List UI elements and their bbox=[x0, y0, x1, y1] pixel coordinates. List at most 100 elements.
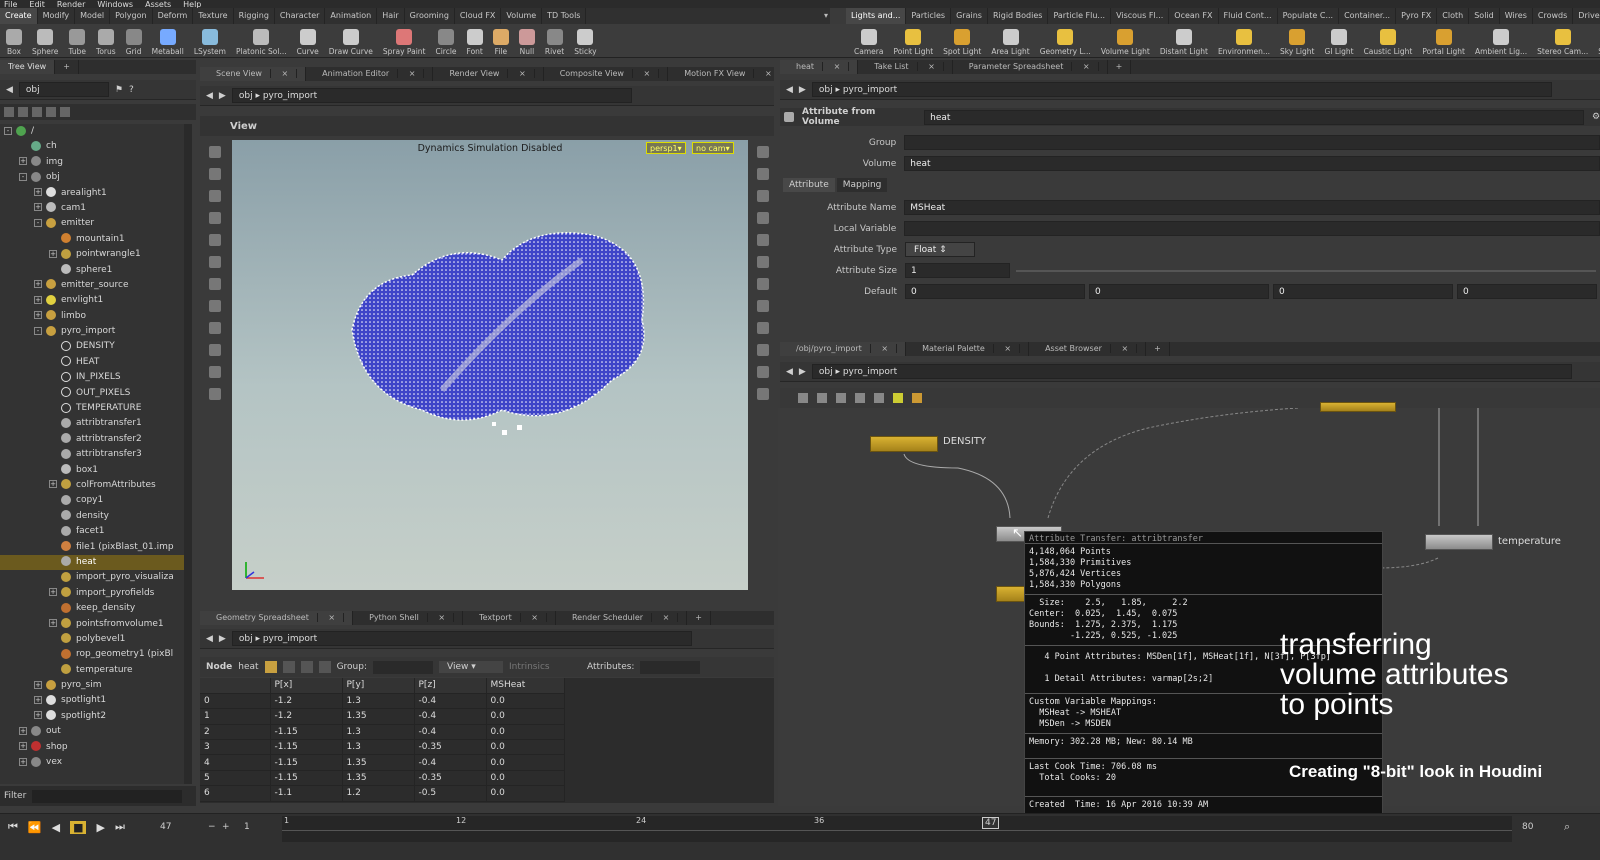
tab-mapping[interactable]: Mapping bbox=[836, 177, 888, 192]
grid-icon[interactable] bbox=[817, 393, 827, 403]
magnet-icon[interactable] bbox=[209, 366, 221, 378]
expand-icon[interactable]: + bbox=[19, 157, 27, 166]
network-node[interactable] bbox=[1320, 402, 1396, 412]
back-arrow-icon[interactable]: ◀ bbox=[206, 634, 213, 644]
attr-size-field[interactable]: 1 bbox=[905, 263, 1010, 278]
shelf-tab[interactable]: Modify bbox=[38, 8, 76, 24]
panel-tab[interactable]: Scene View × bbox=[200, 67, 307, 81]
expand-icon[interactable]: + bbox=[34, 295, 42, 304]
tree-item[interactable]: - pyro_import bbox=[0, 324, 188, 339]
expand-icon[interactable]: + bbox=[34, 188, 42, 197]
visualize-icon[interactable] bbox=[757, 300, 769, 312]
panel-tab[interactable]: /obj/pyro_import × bbox=[780, 342, 907, 356]
close-tab-icon[interactable]: × bbox=[270, 69, 298, 78]
search-icon[interactable]: ⌕ bbox=[1564, 820, 1570, 834]
viewport[interactable]: Dynamics Simulation Disabled persp1▾ no … bbox=[232, 140, 748, 590]
tree-item[interactable]: ch bbox=[0, 139, 188, 154]
vertices-mode-icon[interactable] bbox=[282, 661, 295, 673]
prims-mode-icon[interactable] bbox=[300, 661, 313, 673]
column-header[interactable]: MSHeat bbox=[486, 678, 565, 694]
tool-button[interactable]: File bbox=[492, 24, 509, 57]
shelf-tab[interactable]: Container... bbox=[1339, 8, 1397, 24]
start-frame-field[interactable]: 1 bbox=[244, 822, 250, 832]
attr-name-field[interactable]: MSHeat bbox=[904, 200, 1600, 215]
tree-item[interactable]: polybevel1 bbox=[0, 632, 188, 647]
spreadsheet-path-field[interactable]: obj ▸ pyro_import bbox=[231, 631, 692, 646]
tool-button[interactable]: Point Light bbox=[893, 24, 933, 57]
back-arrow-icon[interactable]: ◀ bbox=[786, 85, 793, 95]
grid-icon[interactable] bbox=[757, 212, 769, 224]
close-tab-icon[interactable]: × bbox=[398, 69, 425, 78]
tool-button[interactable]: Grid bbox=[125, 24, 142, 57]
tree-item[interactable]: attribtransfer1 bbox=[0, 416, 188, 431]
tool-button[interactable]: Platonic Sol... bbox=[236, 24, 287, 57]
tree-item[interactable]: + vex bbox=[0, 755, 188, 770]
panel-tab[interactable]: Composite View × bbox=[544, 67, 669, 81]
tool-button[interactable]: LSystem bbox=[194, 24, 226, 57]
end-frame-field[interactable]: 80 bbox=[1522, 822, 1533, 832]
close-tab-icon[interactable]: × bbox=[1110, 344, 1138, 353]
geometry-spreadsheet[interactable]: P[x] P[y] P[z] MSHeat 0 -1.2 1.3 -0.4 0.0 1 -1.2 1.… bbox=[200, 678, 774, 803]
shading-icon[interactable] bbox=[757, 190, 769, 202]
layout-icon[interactable] bbox=[836, 393, 846, 403]
back-arrow-icon[interactable]: ◀ bbox=[6, 85, 13, 95]
tree-tool-icon[interactable] bbox=[46, 107, 56, 117]
close-tab-icon[interactable]: × bbox=[870, 344, 898, 353]
camera-icon[interactable] bbox=[757, 388, 769, 400]
expand-icon[interactable]: + bbox=[34, 311, 42, 320]
tree-tool-icon[interactable] bbox=[18, 107, 28, 117]
tree-item[interactable]: file1 (pixBlast_01.imp bbox=[0, 540, 188, 555]
tree-item[interactable]: + limbo bbox=[0, 309, 188, 324]
back-arrow-icon[interactable]: ◀ bbox=[786, 367, 793, 377]
shelf-tab[interactable]: Rigid Bodies bbox=[988, 8, 1049, 24]
collapse-icon[interactable]: - bbox=[19, 172, 27, 181]
tool-button[interactable]: Circle bbox=[435, 24, 457, 57]
tree-item[interactable]: facet1 bbox=[0, 524, 188, 539]
tool-button[interactable]: Stereo Cam... bbox=[1537, 24, 1588, 57]
eye-icon[interactable] bbox=[757, 146, 769, 158]
panel-tab[interactable]: Parameter Spreadsheet × bbox=[953, 60, 1108, 74]
tile-icon[interactable] bbox=[855, 393, 865, 403]
default-field[interactable]: 0 bbox=[1089, 284, 1269, 299]
tree-item[interactable]: rop_geometry1 (pixBl bbox=[0, 647, 188, 662]
shelf-tab[interactable]: Volume bbox=[501, 8, 543, 24]
tool-button[interactable]: Environmen... bbox=[1218, 24, 1270, 57]
render-icon[interactable] bbox=[209, 344, 221, 356]
expand-icon[interactable]: + bbox=[49, 249, 57, 258]
shelf-tab[interactable]: Fluid Cont... bbox=[1219, 8, 1278, 24]
menu-file[interactable]: File bbox=[4, 0, 17, 8]
tool-button[interactable]: Tube bbox=[68, 24, 86, 57]
table-row[interactable]: 0 -1.2 1.3 -0.4 0.0 bbox=[200, 693, 565, 710]
shelf-tab[interactable]: Model bbox=[75, 8, 111, 24]
tool-button[interactable]: Ambient Lig... bbox=[1475, 24, 1527, 57]
shelf-tab[interactable]: Rigging bbox=[234, 8, 275, 24]
close-tab-icon[interactable]: × bbox=[427, 613, 455, 622]
tree-item[interactable]: - emitter bbox=[0, 216, 188, 231]
table-row[interactable]: 6 -1.1 1.2 -0.5 0.0 bbox=[200, 785, 565, 802]
no-cam-button[interactable]: no cam▾ bbox=[692, 142, 734, 154]
node-name-field[interactable]: heat bbox=[924, 109, 1584, 125]
menu-render[interactable]: Render bbox=[57, 0, 85, 8]
pin-icon[interactable]: ⚑ bbox=[115, 85, 123, 95]
play-reverse-icon[interactable]: ◀ bbox=[52, 821, 60, 834]
tree-item[interactable]: HEAT bbox=[0, 355, 188, 370]
tree-tool-icon[interactable] bbox=[60, 107, 70, 117]
tree-item[interactable]: attribtransfer2 bbox=[0, 432, 188, 447]
tree-item[interactable]: + spotlight1 bbox=[0, 693, 188, 708]
tool-button[interactable]: Area Light bbox=[991, 24, 1030, 57]
close-tab-icon[interactable]: × bbox=[823, 62, 850, 71]
column-header[interactable] bbox=[200, 678, 271, 694]
tree-path-field[interactable]: obj bbox=[18, 82, 109, 97]
intrinsics-menu[interactable]: Intrinsics bbox=[509, 662, 581, 672]
tree-item[interactable]: + envlight1 bbox=[0, 293, 188, 308]
shelf-tab[interactable]: Grooming bbox=[405, 8, 455, 24]
tree-item[interactable]: keep_density bbox=[0, 601, 188, 616]
panel-tab[interactable]: Animation Editor × bbox=[306, 67, 434, 81]
frame-minus-button[interactable]: − bbox=[208, 822, 216, 832]
volume-field[interactable]: heat bbox=[904, 156, 1600, 171]
tree-filter-input[interactable] bbox=[32, 789, 183, 803]
image-icon[interactable] bbox=[874, 393, 884, 403]
shelf-tab[interactable]: Character bbox=[275, 8, 326, 24]
group-field[interactable] bbox=[904, 135, 1600, 150]
tool-button[interactable]: Volume Light bbox=[1101, 24, 1150, 57]
